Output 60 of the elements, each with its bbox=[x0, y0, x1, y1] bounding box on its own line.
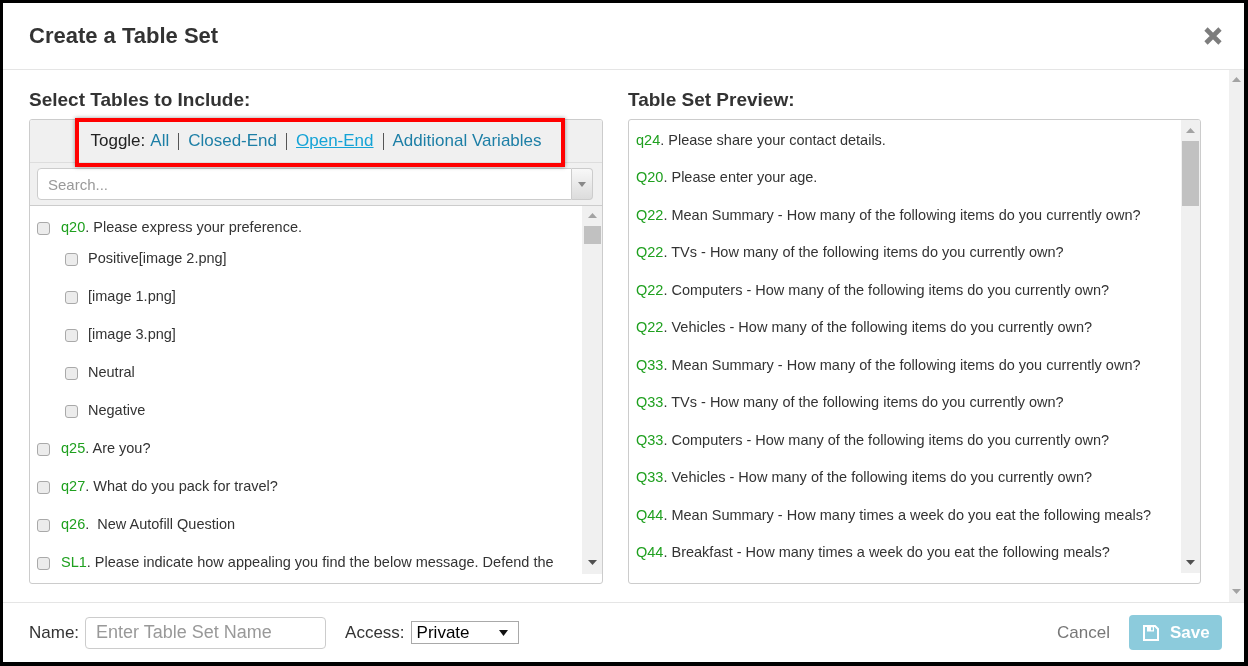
scroll-up-icon[interactable] bbox=[1232, 77, 1241, 82]
preview-item: Q33. Computers - How many of the following items do you currently own? bbox=[636, 430, 1110, 450]
preview-item: Q22. Vehicles - How many of the following items do you currently own? bbox=[636, 318, 1093, 338]
scroll-up-icon[interactable] bbox=[1186, 128, 1195, 133]
preview-item: Q22. TVs - How many of the following items do you currently own? bbox=[636, 243, 1064, 263]
preview-item: Q22. Mean Summary - How many of the following items do you currently own? bbox=[636, 205, 1141, 225]
scrollbar-thumb[interactable] bbox=[583, 226, 601, 244]
checkbox[interactable] bbox=[37, 518, 50, 532]
scrollbar-thumb[interactable] bbox=[1182, 141, 1199, 206]
toggle-link[interactable]: Open-End bbox=[296, 128, 374, 154]
access-select[interactable]: Private bbox=[410, 621, 519, 644]
question-label: q25. Are you? bbox=[61, 439, 151, 459]
preview-item: Q33. Vehicles - How many of the following items do you currently own? bbox=[636, 468, 1093, 488]
checkbox[interactable] bbox=[65, 252, 78, 266]
preview-item: Q44. Mean Summary - How many times a week do you eat the following meals? bbox=[636, 505, 1151, 525]
option-label: Negative bbox=[88, 401, 146, 421]
option-label: Positive[image 2.png] bbox=[88, 249, 227, 269]
section-heading: Table Set Preview: bbox=[628, 90, 796, 110]
caret-down-icon bbox=[578, 181, 586, 187]
access-label: Access: bbox=[345, 621, 405, 644]
preview-item: Q22. Computers - How many of the following items do you currently own? bbox=[636, 280, 1110, 300]
question-label: q27. What do you pack for travel? bbox=[61, 477, 278, 497]
name-field[interactable]: Enter Table Set Name bbox=[85, 616, 327, 649]
checkbox[interactable] bbox=[37, 480, 50, 494]
option-label: [image 1.png] bbox=[88, 287, 176, 307]
scroll-down-icon[interactable] bbox=[1186, 560, 1195, 565]
option-label: Neutral bbox=[88, 363, 135, 383]
cancel-button[interactable]: Cancel bbox=[1057, 619, 1110, 646]
scrollbar[interactable] bbox=[582, 206, 602, 574]
option-label: [image 3.png] bbox=[88, 325, 176, 345]
question-label: SL1. Please indicate how appealing you find the below message. Defend the bbox=[61, 553, 554, 573]
checkbox[interactable] bbox=[65, 366, 78, 380]
scrollbar[interactable] bbox=[1229, 70, 1244, 602]
toggle-link[interactable]: Additional Variables bbox=[392, 128, 542, 154]
close-icon bbox=[1203, 26, 1223, 46]
dialog-title: Create a Table Set bbox=[29, 25, 219, 47]
preview-item: Q20. Please enter your age. bbox=[636, 168, 818, 188]
question-label: q20. Please express your preference. bbox=[61, 218, 302, 238]
checkbox[interactable] bbox=[37, 442, 50, 456]
toggle-link[interactable]: Closed-End bbox=[188, 128, 278, 154]
scroll-down-icon[interactable] bbox=[587, 560, 597, 565]
checkbox[interactable] bbox=[37, 221, 50, 235]
checkbox[interactable] bbox=[65, 404, 78, 418]
checkbox[interactable] bbox=[37, 556, 50, 570]
scroll-up-icon[interactable] bbox=[587, 213, 597, 218]
question-label: q26. New Autofill Question bbox=[61, 515, 236, 535]
section-heading: Select Tables to Include: bbox=[29, 90, 252, 110]
dropdown-button[interactable] bbox=[572, 168, 593, 200]
preview-item: q24. Please share your contact details. bbox=[636, 130, 886, 150]
caret-down-icon bbox=[498, 629, 508, 636]
search-field[interactable]: Search... bbox=[37, 168, 572, 200]
preview-item: Q33. Mean Summary - How many of the following items do you currently own? bbox=[636, 355, 1141, 375]
checkbox[interactable] bbox=[65, 290, 78, 304]
name-label: Name: bbox=[29, 621, 80, 644]
toggle-label: Toggle: bbox=[90, 130, 146, 153]
toggle-link[interactable]: All bbox=[150, 128, 170, 154]
preview-item: Q44. Breakfast - How many times a week do you eat the following meals? bbox=[636, 543, 1110, 563]
scrollbar[interactable] bbox=[1181, 120, 1200, 573]
checkbox[interactable] bbox=[65, 328, 78, 342]
preview-item: Q33. TVs - How many of the following items do you currently own? bbox=[636, 393, 1064, 413]
